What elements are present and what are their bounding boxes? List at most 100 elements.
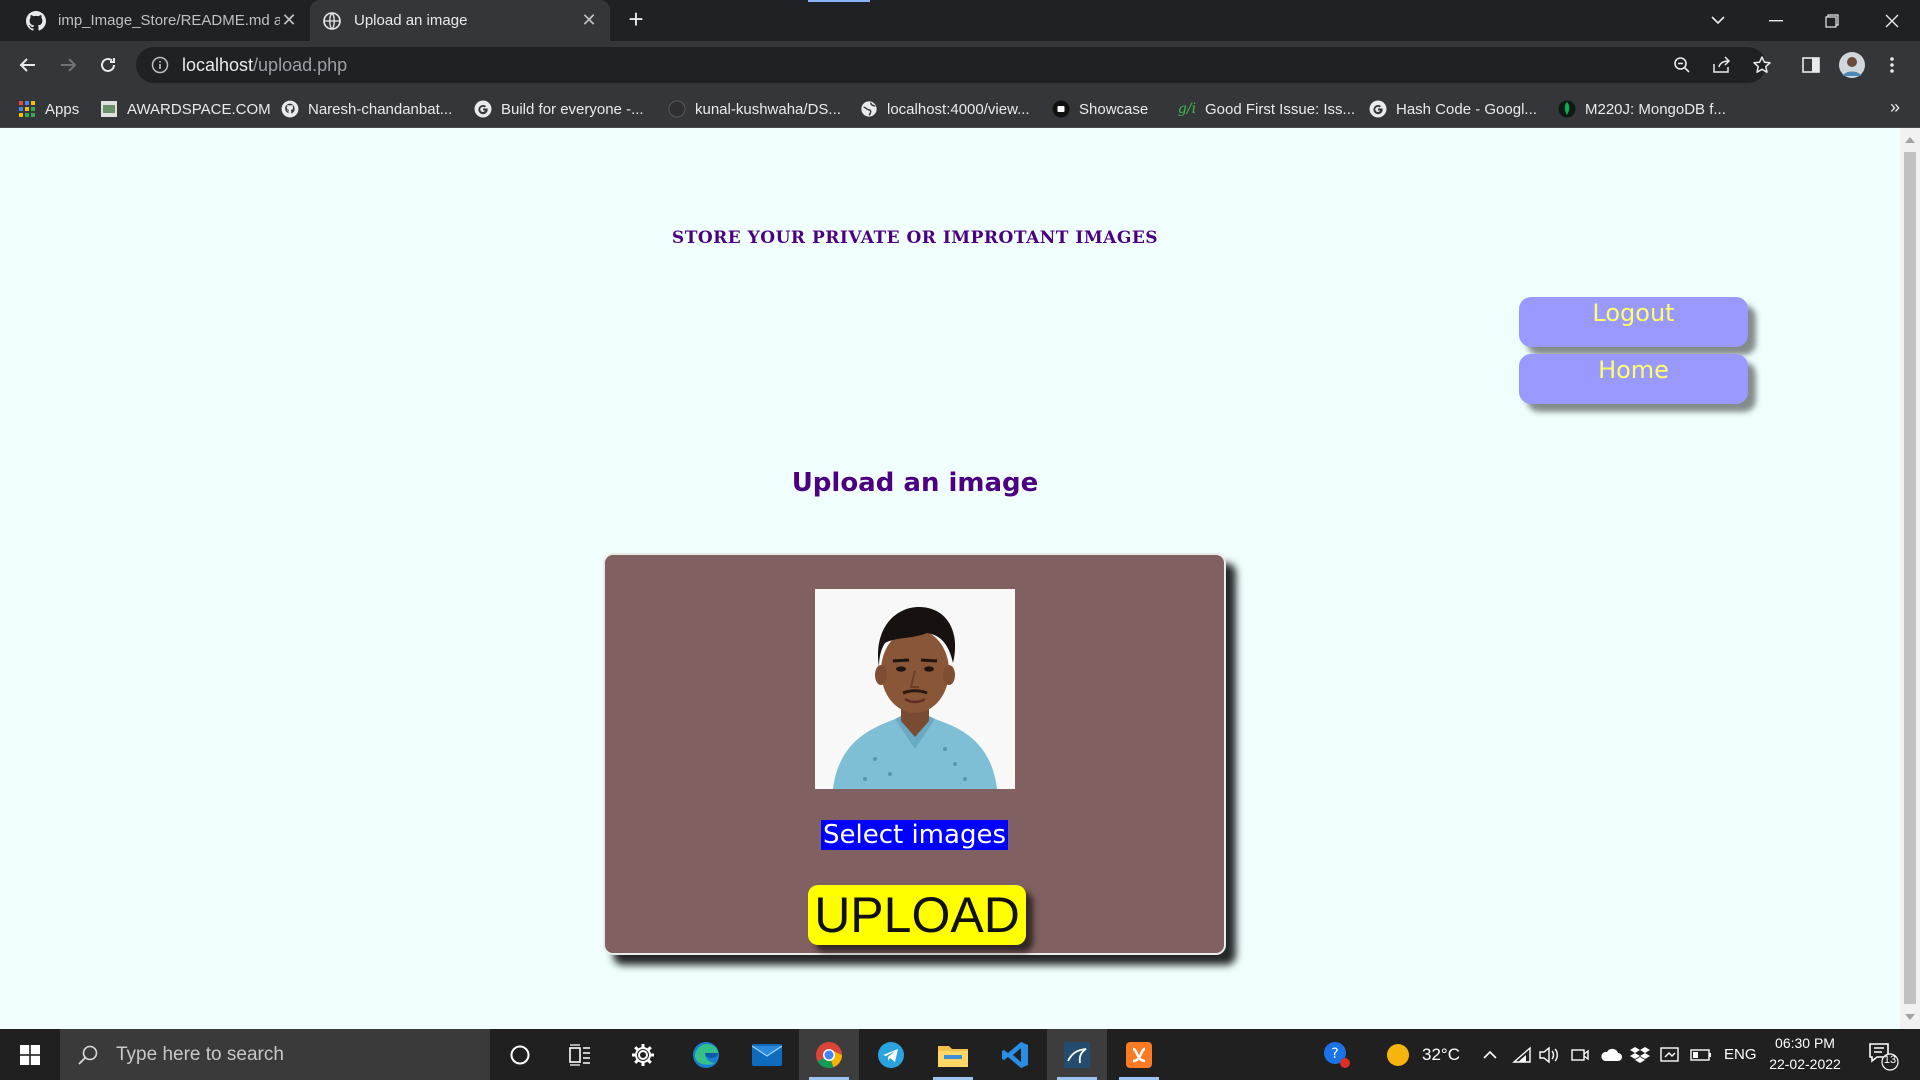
edge-app[interactable] <box>676 1029 736 1080</box>
restore-button[interactable] <box>1804 0 1860 41</box>
scroll-down-arrow-icon[interactable] <box>1905 1014 1915 1020</box>
help-icon: ? <box>1324 1041 1350 1068</box>
showcase-icon <box>1052 100 1070 118</box>
notification-center-button[interactable]: 13 <box>1866 1039 1900 1071</box>
meet-now-tray-icon[interactable] <box>1570 1029 1590 1080</box>
project-tray-icon[interactable] <box>1660 1029 1680 1080</box>
wifi-tray-icon[interactable] <box>1512 1029 1532 1080</box>
globe-icon <box>323 11 341 30</box>
cortana-button[interactable] <box>490 1029 550 1080</box>
globe-icon <box>860 100 878 118</box>
bookmark-showcase[interactable]: Showcase <box>1052 98 1148 120</box>
bookmark-localhost-4000[interactable]: localhost:4000/view... <box>860 98 1030 120</box>
video-call-icon <box>1571 1048 1589 1061</box>
xampp-app[interactable] <box>1109 1029 1169 1080</box>
zoom-button[interactable] <box>1666 49 1698 81</box>
bookmark-good-first-issue[interactable]: g/i Good First Issue: Iss... <box>1178 98 1355 120</box>
start-button[interactable] <box>0 1029 60 1080</box>
bookmark-label: Hash Code - Googl... <box>1396 100 1537 118</box>
forward-button[interactable] <box>52 49 84 81</box>
info-icon[interactable] <box>150 55 170 75</box>
bookmark-awardspace[interactable]: AWARDSPACE.COM <box>100 98 271 120</box>
mysql-workbench-icon <box>1064 1041 1090 1068</box>
scroll-up-arrow-icon[interactable] <box>1905 137 1915 143</box>
onedrive-tray-icon[interactable] <box>1600 1029 1622 1080</box>
file-select-area: Select images <box>605 820 1224 850</box>
bookmark-star-button[interactable] <box>1746 49 1778 81</box>
bookmark-label: M220J: MongoDB f... <box>1585 100 1726 118</box>
bookmark-build-for-everyone[interactable]: Build for everyone -... <box>474 98 644 120</box>
new-tab-button[interactable]: + <box>622 6 650 34</box>
tab-title: imp_Image_Store/README.md at <box>58 12 280 29</box>
edge-browser-icon <box>693 1041 719 1068</box>
wifi-icon <box>1512 1045 1531 1063</box>
tab-strip: imp_Image_Store/README.md at ✕ Upload an… <box>0 0 1920 41</box>
share-button[interactable] <box>1706 49 1738 81</box>
cloud-icon <box>1601 1048 1622 1061</box>
volume-tray-icon[interactable] <box>1538 1029 1560 1080</box>
logout-button[interactable]: Logout <box>1519 297 1748 347</box>
folder-icon <box>938 1045 968 1067</box>
reload-icon <box>101 57 115 72</box>
file-explorer-app[interactable] <box>923 1029 983 1080</box>
mail-app[interactable] <box>737 1029 797 1080</box>
tab-readme[interactable]: imp_Image_Store/README.md at ✕ <box>14 0 310 41</box>
bookmark-label: Build for everyone -... <box>501 100 644 118</box>
show-hidden-icons-button[interactable] <box>1482 1029 1498 1080</box>
taskbar-search-input[interactable]: Type here to search <box>60 1029 490 1080</box>
browser-toolbar: localhost/upload.php <box>0 41 1920 89</box>
reload-button[interactable] <box>92 49 124 81</box>
select-images-button[interactable]: Select images <box>820 820 1008 850</box>
close-icon[interactable]: ✕ <box>580 10 598 31</box>
weather-widget[interactable]: 32°C <box>1386 1029 1460 1080</box>
address-bar[interactable]: localhost/upload.php <box>136 47 1766 83</box>
battery-tray-icon[interactable] <box>1690 1029 1712 1080</box>
upload-button[interactable]: UPLOAD <box>808 885 1026 945</box>
clock-time: 06:30 PM <box>1775 1035 1835 1051</box>
bookmark-label: Good First Issue: Iss... <box>1205 100 1356 118</box>
dropbox-tray-icon[interactable] <box>1630 1029 1650 1080</box>
page-title: Upload an image <box>791 468 1039 498</box>
image-preview <box>815 589 1015 789</box>
speaker-icon <box>1539 1046 1558 1063</box>
bookmark-apps[interactable]: Apps <box>18 98 79 120</box>
vscode-app[interactable] <box>985 1029 1045 1080</box>
settings-app[interactable] <box>613 1029 673 1080</box>
bookmark-label: kunal-kushwaha/DS... <box>695 100 841 118</box>
task-view-icon <box>569 1043 590 1066</box>
bookmark-naresh[interactable]: Naresh-chandanbat... <box>281 98 452 120</box>
profile-button[interactable] <box>1836 49 1868 81</box>
tab-strip-accent <box>808 0 870 2</box>
chrome-app[interactable] <box>799 1029 859 1080</box>
bookmark-m220j[interactable]: M220J: MongoDB f... <box>1558 98 1726 120</box>
tab-search-button[interactable] <box>1702 6 1734 34</box>
battery-icon <box>1690 1048 1711 1061</box>
tab-upload[interactable]: Upload an image ✕ <box>310 0 610 41</box>
vscode-icon <box>1002 1041 1028 1068</box>
clock-date: 22-02-2022 <box>1769 1056 1841 1072</box>
minimize-button[interactable] <box>1748 0 1804 41</box>
menu-button[interactable] <box>1876 49 1908 81</box>
telegram-app[interactable] <box>861 1029 921 1080</box>
home-button[interactable]: Home <box>1519 354 1748 404</box>
bookmark-kunal[interactable]: kunal-kushwaha/DS... <box>668 98 841 120</box>
mysql-workbench-app[interactable] <box>1047 1029 1107 1080</box>
back-button[interactable] <box>12 49 44 81</box>
close-window-button[interactable] <box>1864 0 1920 41</box>
google-icon <box>1369 100 1387 118</box>
help-tray-icon[interactable]: ? <box>1322 1029 1352 1080</box>
page-scrollbar[interactable] <box>1900 128 1920 1029</box>
mail-envelope-icon <box>752 1043 782 1066</box>
language-indicator[interactable]: ENG <box>1724 1029 1757 1080</box>
taskbar: Type here to search ? 32°C ENG 06:30 PM … <box>0 1029 1920 1080</box>
task-view-button[interactable] <box>550 1029 610 1080</box>
person-photo <box>815 589 1015 789</box>
side-panel-button[interactable] <box>1795 49 1827 81</box>
clock[interactable]: 06:30 PM 22-02-2022 <box>1760 1033 1850 1075</box>
scrollbar-thumb[interactable] <box>1904 152 1916 1004</box>
display-icon <box>1660 1046 1679 1062</box>
more-bookmarks-chevron-icon[interactable]: » <box>1890 97 1900 118</box>
github-icon <box>668 100 686 118</box>
close-icon[interactable]: ✕ <box>280 10 298 31</box>
bookmark-hash-code[interactable]: Hash Code - Googl... <box>1369 98 1537 120</box>
